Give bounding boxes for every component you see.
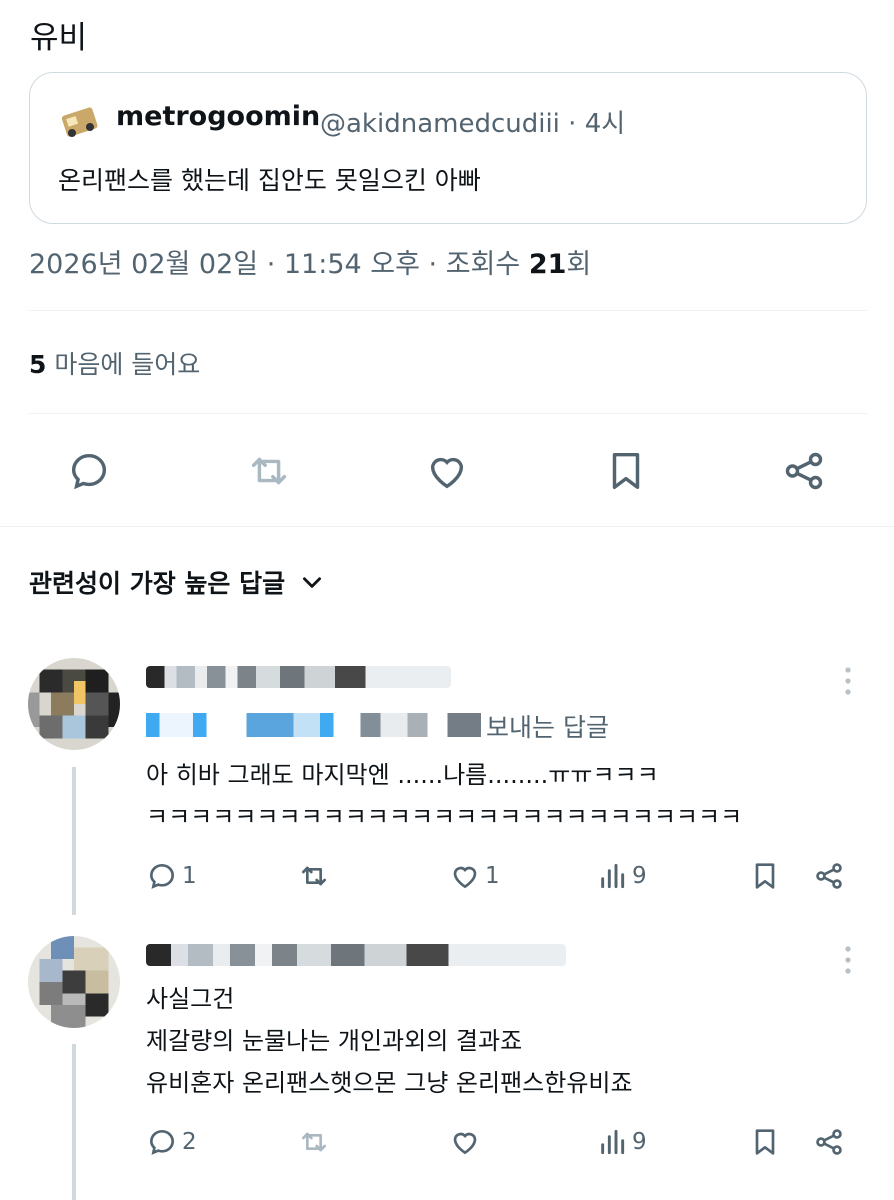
reply-text: 사실그건 제갈량의 눈물나는 개인과외의 결과죠 유비혼자 온리팬스햇으몬 그냥… [146,978,633,1104]
views-button[interactable]: 9 [596,1126,647,1158]
thread-line [72,1044,76,1200]
reply-icon [149,1129,175,1155]
likes-count: 5 [29,350,47,379]
reply-sort-selector[interactable]: 관련성이 가장 높은 답글 [29,564,325,600]
heart-icon [453,866,477,889]
share-icon [816,1129,842,1155]
likes-label: 마음에 들어요 [54,350,201,379]
thread-line [72,767,76,915]
reply-icon[interactable] [64,446,114,496]
reply-item[interactable]: 보내는 답글 아 히바 그래도 마지막엔 ......나름........ㅠㅠㅋ… [0,655,894,915]
views-suffix: 회 [566,249,592,280]
like-button[interactable]: 1 [449,860,500,892]
post-meta: 2026년 02월 02일 · 11:54 오후 · 조회수 21회 [29,242,591,281]
reply-button[interactable]: 2 [146,1126,197,1158]
share-icon [816,863,842,889]
post-text: 유비 [30,20,88,56]
reply-text-line: 아 히바 그래도 마지막엔 ......나름........ㅠㅠㅋㅋㅋ [146,761,659,789]
likes-summary[interactable]: 5 마음에 들어요 [29,345,200,381]
quote-author-handle[interactable]: @akidnamedcudiii · 4시 [320,103,625,140]
quote-handle-text: @akidnamedcudiii [320,109,560,139]
reply-count: 2 [182,1129,197,1155]
quote-body-text: 온리팬스를 했는데 집안도 못일으킨 아빠 [58,166,481,195]
bookmark-button[interactable] [749,1126,781,1158]
bookmark-button[interactable] [749,860,781,892]
bookmark-icon[interactable] [601,446,651,496]
reply-item[interactable]: 사실그건 제갈량의 눈물나는 개인과외의 결과죠 유비혼자 온리팬스햇으몬 그냥… [0,934,894,1200]
analytics-icon [601,1129,625,1155]
bookmark-icon [755,1129,775,1155]
quoted-post-card[interactable]: metrogoomin @akidnamedcudiii · 4시 온리팬스를 … [29,72,867,224]
views-button[interactable]: 9 [596,860,647,892]
divider [29,310,867,311]
sort-label: 관련성이 가장 높은 답글 [29,569,286,598]
view-count: 9 [632,863,647,889]
reply-count: 1 [182,863,197,889]
reply-button[interactable]: 1 [146,860,197,892]
divider [0,526,894,527]
reply-text: 아 히바 그래도 마지막엔 ......나름........ㅠㅠㅋㅋㅋ ㅋㅋㅋㅋ… [146,754,742,838]
like-button[interactable] [449,1126,481,1158]
share-button[interactable] [813,860,845,892]
chevron-down-icon [303,577,322,588]
heart-icon[interactable] [422,446,472,496]
author-name-redacted[interactable] [146,666,451,688]
more-options-icon[interactable] [838,943,858,977]
quote-time: · 4시 [568,109,626,139]
post-time: · 11:54 오후 · [266,249,438,280]
quote-avatar[interactable] [58,101,102,145]
reply-to-label: 보내는 답글 [486,713,609,742]
author-name-redacted[interactable] [146,944,566,966]
retweet-icon[interactable] [244,446,294,496]
reply-icon [149,863,175,889]
retweet-icon [302,866,326,886]
reply-to-handle-redacted[interactable] [146,713,481,737]
reply-text-line: 사실그건 [146,985,235,1013]
reply-text-line: 유비혼자 온리팬스햇으몬 그냥 온리팬스한유비죠 [146,1069,633,1097]
like-count: 1 [485,863,500,889]
share-icon[interactable] [779,446,829,496]
heart-icon [453,1132,477,1155]
retweet-icon [302,1132,326,1152]
divider [29,413,867,414]
retweet-button[interactable] [298,1126,330,1158]
views-count: 21 [528,249,567,280]
reply-text-line: 제갈량의 눈물나는 개인과외의 결과죠 [146,1027,523,1055]
analytics-icon [601,863,625,889]
post-date: 2026년 02월 02일 [29,249,259,280]
more-options-icon[interactable] [838,664,858,698]
view-count: 9 [632,1129,647,1155]
reply-text-line: ㅋㅋㅋㅋㅋㅋㅋㅋㅋㅋㅋㅋㅋㅋㅋㅋㅋㅋㅋㅋㅋㅋㅋㅋㅋㅋㅋ [146,803,743,831]
views-label: 조회수 [445,249,521,280]
retweet-button[interactable] [298,860,330,892]
share-button[interactable] [813,1126,845,1158]
avatar[interactable] [28,658,120,750]
quote-author-name[interactable]: metrogoomin [116,101,320,132]
avatar[interactable] [28,936,120,1028]
bookmark-icon [755,863,775,889]
